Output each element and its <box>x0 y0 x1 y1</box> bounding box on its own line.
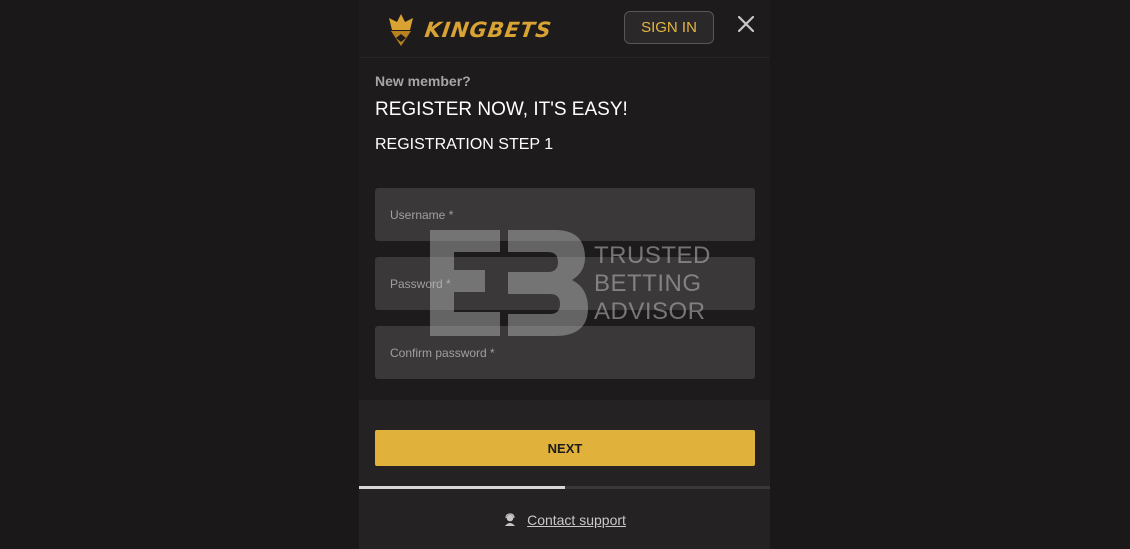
brand-name: KINGBETS <box>423 18 554 42</box>
progress-fill <box>359 486 565 489</box>
crown-icon <box>389 14 413 46</box>
registration-step-title: REGISTRATION STEP 1 <box>375 136 554 153</box>
register-title: REGISTER NOW, IT'S EASY! <box>375 99 628 120</box>
next-button[interactable]: NEXT <box>375 430 755 466</box>
close-icon[interactable] <box>734 12 758 36</box>
modal-footer: NEXT Contact support <box>359 400 770 549</box>
confirm-password-field[interactable]: Confirm password * <box>375 326 755 379</box>
contact-support-label: Contact support <box>527 512 626 528</box>
username-field[interactable]: Username * <box>375 188 755 241</box>
password-field[interactable]: Password * <box>375 257 755 310</box>
username-placeholder: Username * <box>390 207 454 222</box>
registration-modal: KINGBETS SIGN IN New member? REGISTER NO… <box>359 0 770 549</box>
password-placeholder: Password * <box>390 276 451 291</box>
contact-support-link[interactable]: Contact support <box>359 510 770 530</box>
new-member-text: New member? <box>375 73 471 89</box>
support-agent-icon <box>505 513 516 526</box>
sign-in-button[interactable]: SIGN IN <box>624 11 714 44</box>
registration-progress-bar <box>359 486 770 489</box>
brand-logo[interactable]: KINGBETS <box>383 12 554 48</box>
confirm-password-placeholder: Confirm password * <box>390 345 495 360</box>
modal-header: KINGBETS SIGN IN <box>359 0 770 58</box>
